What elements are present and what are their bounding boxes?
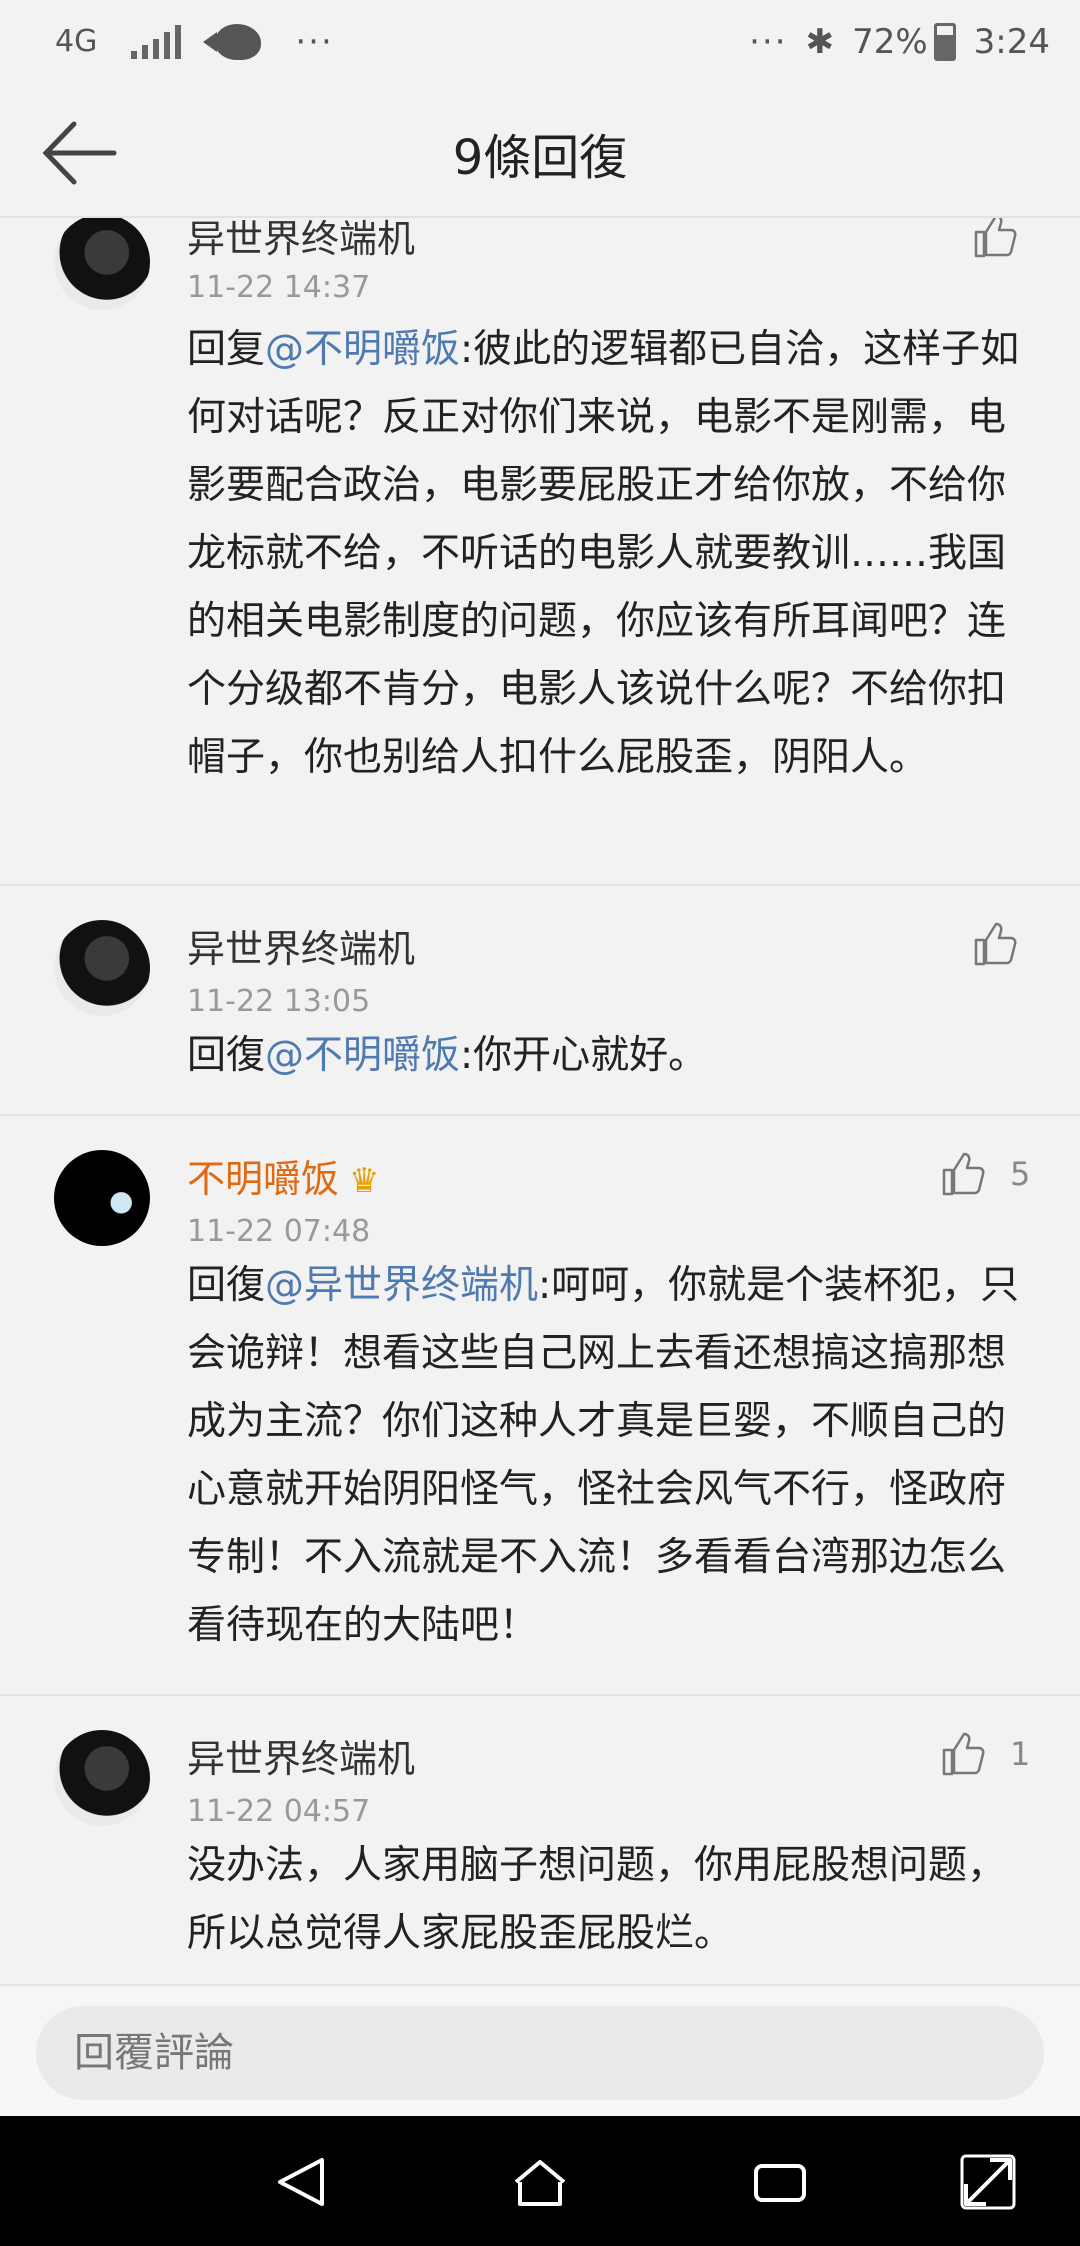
comment-text: 回復@异世界终端机:呵呵，你就是个装杯犯，只会诡辩！想看这些自己网上去看还想搞这… [187, 1252, 1033, 1660]
like-button[interactable] [972, 218, 1020, 260]
avatar[interactable] [54, 1730, 150, 1826]
comment-text: 回复@不明嚼饭:彼此的逻辑都已自洽，这样子如何对话呢？反正对你们来说，电影不是刚… [187, 316, 1033, 792]
comment-item: 不明嚼饭 ♛ 11-22 07:48 5 回復@异世界终端机:呵呵，你就是个装杯犯… [0, 1116, 1080, 1696]
comment-author[interactable]: 异世界终端机 [187, 1728, 415, 1783]
reply-prefix: 回复 [187, 327, 266, 372]
thumbs-up-icon [942, 1152, 985, 1196]
crown-icon: ♛ [349, 1161, 380, 1201]
mention-link[interactable]: @不明嚼饭 [265, 327, 460, 372]
like-count: 1 [1010, 1735, 1031, 1773]
comment-time: 11-22 04:57 [187, 1794, 371, 1829]
avatar[interactable] [54, 920, 150, 1016]
comment-body: :呵呵，你就是个装杯犯，只会诡辩！想看这些自己网上去看还想搞这搞那想成为主流？你… [187, 1263, 1020, 1648]
expand-icon[interactable] [958, 2152, 1018, 2212]
author-name: 不明嚼饭 [187, 1157, 340, 1201]
comment-text: 回復@不明嚼饭:你开心就好。 [187, 1022, 1033, 1090]
comment-text: 没办法，人家用脑子想问题，你用屁股想问题，所以总觉得人家屁股歪屁股烂。 [187, 1832, 1033, 1968]
comment-time: 11-22 07:48 [187, 1214, 371, 1249]
reply-bar: 回覆評論 [0, 1984, 1080, 2116]
system-nav-bar [0, 2116, 1080, 2246]
mention-link[interactable]: @不明嚼饭 [265, 1033, 460, 1078]
comment-body: 没办法，人家用脑子想问题，你用屁股想问题，所以总觉得人家屁股歪屁股烂。 [187, 1843, 1007, 1956]
comment-item: 异世界终端机 11-22 04:57 1 没办法，人家用脑子想问题，你用屁股想问… [0, 1696, 1080, 1984]
battery-percent: 72% [852, 22, 928, 62]
app-header: 9條回復 [0, 90, 1080, 218]
like-button[interactable]: 5 [940, 1150, 1030, 1198]
like-button[interactable] [972, 920, 1020, 968]
network-type: 4G [55, 24, 98, 59]
reply-prefix: 回復 [187, 1263, 266, 1308]
battery-indicator: 72% [852, 22, 956, 62]
comment-body: :彼此的逻辑都已自洽，这样子如何对话呢？反正对你们来说，电影不是刚需，电影要配合… [187, 327, 1020, 780]
reply-input[interactable]: 回覆評論 [36, 2006, 1044, 2100]
back-triangle-icon[interactable] [272, 2152, 332, 2212]
comment-author[interactable]: 异世界终端机 [187, 918, 415, 973]
mention-link[interactable]: @异世界终端机 [265, 1263, 538, 1308]
comment-item: 异世界终端机 11-22 14:37 回复@不明嚼饭:彼此的逻辑都已自洽，这样子… [0, 218, 1080, 886]
page-title: 9條回復 [452, 130, 628, 186]
app-notification-icon [203, 24, 262, 60]
avatar[interactable] [54, 218, 150, 310]
thumbs-up-icon [974, 218, 1017, 258]
comment-item: 异世界终端机 11-22 13:05 回復@不明嚼饭:你开心就好。 [0, 886, 1080, 1116]
battery-icon [933, 23, 956, 61]
comment-list[interactable]: 异世界终端机 11-22 14:37 回复@不明嚼饭:彼此的逻辑都已自洽，这样子… [0, 218, 1080, 1984]
status-bar: 4G ··· ··· ✱ 72% 3:24 [0, 0, 1080, 90]
comment-time: 11-22 14:37 [187, 270, 371, 305]
home-icon[interactable] [510, 2152, 570, 2212]
more-status-icon: ··· [749, 22, 788, 62]
reply-prefix: 回復 [187, 1033, 266, 1078]
thumbs-up-icon [974, 922, 1017, 966]
avatar[interactable] [54, 1150, 150, 1246]
comment-time: 11-22 13:05 [187, 984, 371, 1019]
comment-author[interactable]: 异世界终端机 [187, 218, 415, 263]
recents-icon[interactable] [750, 2152, 810, 2212]
more-notifications-icon: ··· [295, 22, 334, 62]
comment-author[interactable]: 不明嚼饭 ♛ [187, 1148, 380, 1203]
bluetooth-icon: ✱ [805, 22, 835, 62]
clock: 3:24 [973, 22, 1050, 62]
signal-icon [131, 25, 182, 59]
like-count: 5 [1010, 1155, 1031, 1193]
thumbs-up-icon [942, 1732, 985, 1776]
like-button[interactable]: 1 [940, 1730, 1030, 1778]
comment-body: :你开心就好。 [460, 1033, 708, 1078]
